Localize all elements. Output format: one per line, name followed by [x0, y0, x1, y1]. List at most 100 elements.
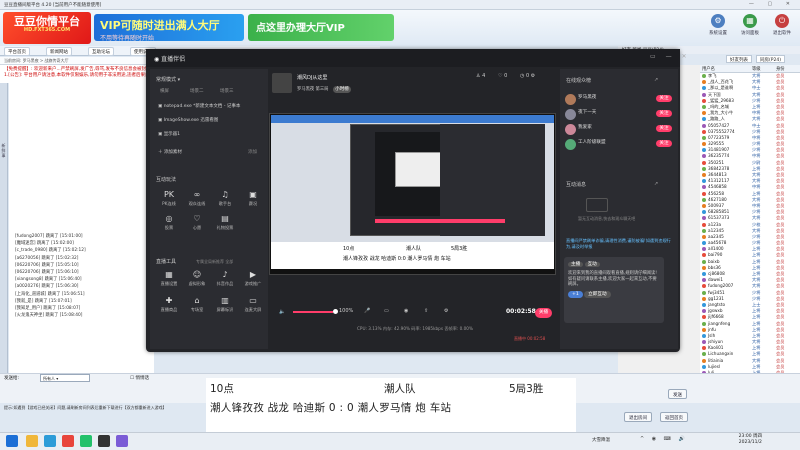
tool-button[interactable]: ⌂ 专场室 — [184, 296, 210, 316]
audience-item[interactable]: 我爱家 关注 — [562, 122, 676, 137]
audience-item[interactable]: 罗马黑夜 关注 — [562, 92, 676, 107]
clock[interactable]: 23:00 周四 2023/11/2 — [739, 434, 762, 446]
tab-friends[interactable]: 好友列表 — [726, 55, 752, 63]
audience-item[interactable]: 工人阶级联盟 关注 — [562, 137, 676, 152]
tool-icon: ☺ — [192, 270, 202, 279]
follow-button[interactable]: 关注 — [656, 95, 672, 102]
tab-scene-2[interactable]: 场景二 — [190, 88, 204, 94]
exit-room-button[interactable]: 退出房间 — [624, 412, 652, 422]
tools-note[interactable]: 专属全局新推荐 全部 — [196, 259, 233, 265]
tool-button[interactable]: ▥ 屏幕标识 — [212, 296, 238, 316]
app-icon[interactable] — [62, 435, 74, 447]
tab-home[interactable]: 平台首页 — [4, 47, 30, 56]
tool-button[interactable]: ✚ 直播商品 — [156, 296, 182, 316]
tool-button[interactable]: ▦ 直播设置 — [156, 270, 182, 290]
start-icon[interactable] — [6, 435, 18, 447]
preview-format: 5局3胜 — [451, 246, 468, 252]
recipient-select[interactable]: 所有人 ▾ — [40, 374, 90, 382]
record-icon[interactable]: ◉ — [404, 308, 408, 314]
interact-label: 投票 — [164, 225, 174, 230]
gear-icon: ⚙ — [711, 14, 725, 28]
streaming-window-controls[interactable]: ▭ — ✕ — [650, 53, 691, 60]
external-link-icon[interactable]: ↗ — [654, 181, 658, 187]
tool-button[interactable]: ▭ 连麦大屏 — [240, 296, 266, 316]
mic-icon[interactable]: 🎤 — [364, 308, 370, 314]
send-button[interactable]: 发送 — [668, 389, 687, 399]
source-item-label: 显示器1 — [163, 132, 181, 137]
source-item[interactable]: ▣ ImageShow.exe 迅雷看图 — [158, 117, 218, 123]
camera-icon[interactable]: ▭ — [384, 308, 389, 314]
app-icon[interactable] — [116, 435, 128, 447]
mode-header[interactable]: 常规模式 ▾ — [156, 76, 180, 83]
tab-forum[interactable]: 互助论坛 — [88, 47, 114, 56]
follow-button[interactable]: 关注 — [656, 110, 672, 117]
source-item[interactable]: ▣ notepad.exe *新建文本文档 - 记事本 — [158, 103, 240, 109]
vip-ad-banner[interactable]: VIP可随时进出满人大厅 不用等待再随时开始 — [94, 14, 244, 42]
interact-button[interactable]: ▤ 礼物投票 — [212, 214, 238, 234]
member-list[interactable]: 李飞 大将 会员 _战人_百花飞 大将 会员 _那以_是谁啊 中士 会员 天下国 大将 会员 _猛猛_2… — [700, 73, 800, 373]
tool-label: 直播商品 — [160, 307, 178, 312]
add-source-button[interactable]: ＋ 添加素材 — [158, 149, 182, 155]
weather-tray[interactable]: 大雪降温 — [592, 437, 610, 443]
add-source-right[interactable]: 添加 — [248, 149, 257, 155]
tab-same-room[interactable]: 同房(P24) — [756, 55, 785, 63]
member-name: jnfu — [708, 326, 716, 332]
tab-news[interactable]: 新闻网站 — [46, 47, 72, 56]
volume-slider[interactable] — [293, 311, 333, 313]
tool-label: 专场室 — [190, 307, 204, 312]
interact-button[interactable]: ♫ 歌手台 — [212, 190, 238, 210]
settings-icon[interactable]: ⚙ — [444, 308, 448, 314]
member-name: _战人_百花飞 — [708, 79, 734, 85]
member-status-icon — [702, 247, 706, 252]
status-text: CPU: 3.13% 内存: 42.90% 码率: 1985kbps 丢帧率: … — [357, 326, 473, 331]
interact-button[interactable]: ▣ 赛况 — [240, 190, 266, 210]
col-rank: 等级 — [752, 67, 761, 72]
exit-app-button[interactable]: ⏻ 退出软件 — [766, 14, 798, 42]
follow-button[interactable]: 关注 — [656, 140, 672, 147]
tool-icon: ✚ — [165, 296, 173, 305]
tool-button[interactable]: ♪ 抖音作品 — [212, 270, 238, 290]
speaker-icon[interactable]: 🔈 — [279, 309, 285, 315]
back-home-button[interactable]: 返回首页 — [660, 412, 688, 422]
app-icon[interactable] — [80, 435, 92, 447]
share-icon[interactable]: ⇪ — [424, 308, 428, 314]
card-like-button[interactable]: +1 — [568, 290, 583, 298]
interact-button[interactable]: PK PK连线 — [156, 190, 182, 210]
chat-log[interactable]: [fudong2007] 跳离了 [15:01:00] [魔域迷宫] 跳离了 [1… — [9, 83, 154, 373]
tab-scene-3[interactable]: 场景三 — [220, 88, 234, 94]
browser-icon[interactable] — [44, 435, 56, 447]
visit-panel-button[interactable]: ▦ 访问面板 — [734, 14, 766, 42]
tray-icons[interactable]: ^ ◉ ⌨ 🔊 — [640, 436, 688, 442]
tool-label: 直播设置 — [160, 281, 178, 286]
interact-button[interactable]: ♡ 心愿 — [184, 214, 210, 234]
card-action-button[interactable]: 立即互动 — [584, 290, 611, 298]
system-settings-button[interactable]: ⚙ 系统设置 — [702, 14, 734, 42]
tool-button[interactable]: ▶ 游戏推广 — [240, 270, 266, 290]
live-status: 直播中 00:02:58 — [514, 336, 545, 342]
audience-item[interactable]: 夜下一天 关注 — [562, 107, 676, 122]
follow-button[interactable]: 关注 — [656, 125, 672, 132]
hour-rank-badge[interactable]: 小时榜 — [333, 86, 351, 93]
member-name: bai790 — [708, 252, 723, 258]
stop-live-button[interactable]: 关播 — [535, 308, 552, 318]
tool-button[interactable]: ☺ 虚拟形象 — [184, 270, 210, 290]
host-avatar[interactable] — [272, 73, 292, 93]
volume-slider-handle[interactable] — [333, 309, 338, 314]
tab-scene-1[interactable]: 横屏 — [160, 88, 169, 94]
interact-button[interactable]: ∞ 观众连线 — [184, 190, 210, 210]
audience-name: 工人阶级联盟 — [578, 140, 606, 145]
whisper-checkbox[interactable]: ☐ 悄悄话 — [130, 375, 149, 381]
streaming-app-icon[interactable] — [98, 435, 110, 447]
header-tool-icons[interactable]: ◷ 0 ⚙ — [520, 73, 535, 79]
vip-register-banner[interactable]: 点这里办理大厅VIP — [248, 14, 394, 41]
member-status-icon — [702, 148, 706, 153]
window-controls[interactable]: — ▢ ✕ — [749, 1, 796, 7]
interaction-card[interactable]: 主播 互动 欢迎来到我的直播间观看直播,规则请仔细阅读! 如有疑问请联系主播,欢… — [564, 257, 664, 323]
explorer-icon[interactable] — [26, 435, 38, 447]
side-label-strip[interactable]: 新鲜事 — [0, 83, 8, 373]
source-item[interactable]: ▣ 显示器1 — [158, 131, 180, 137]
interact-button[interactable]: ◎ 投票 — [156, 214, 182, 234]
interact-icon: ▤ — [221, 214, 229, 223]
member-name: _路路_人 — [708, 116, 725, 122]
external-link-icon[interactable]: ↗ — [654, 77, 658, 83]
